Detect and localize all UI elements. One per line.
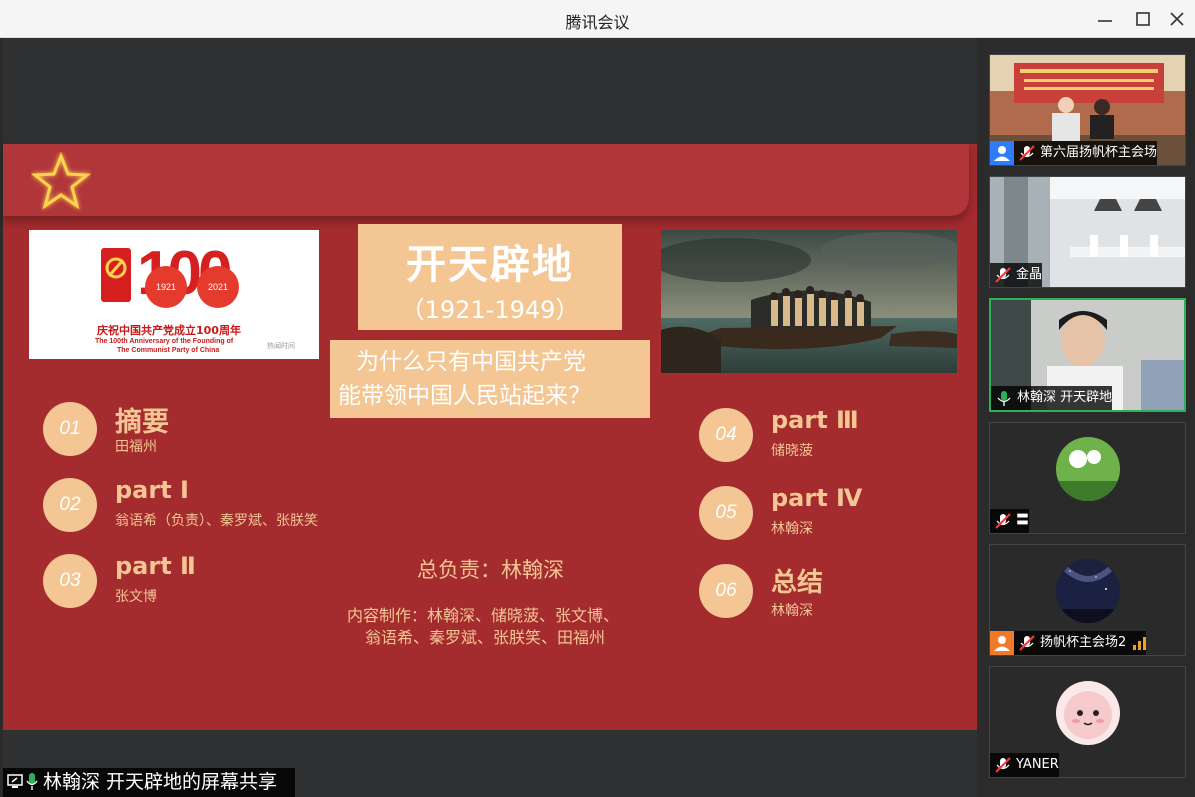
credits-line1: 内容制作：林翰深、储晓菠、张文博、 [347, 606, 620, 625]
question-line2: 能带领中国人民站起来？ [338, 383, 591, 409]
slide-title-box: 开天辟地 （1921-1949） [358, 224, 622, 330]
participant-namebar: 林翰深 开天辟地 [991, 386, 1113, 410]
mic-off-icon [1019, 635, 1035, 651]
agenda-presenter: 储晓菠 [771, 443, 813, 459]
hammer-sickle-icon [101, 248, 131, 302]
title-bar: 腾讯会议 [0, 0, 1195, 38]
agenda-presenter: 林翰深 [771, 603, 813, 619]
participant-tile-3[interactable]: 林翰深 开天辟地 [989, 298, 1186, 412]
meeting-window: 腾讯会议 100 1921 2021 庆祝中国共产党成立 [0, 0, 1195, 797]
logo-year-start: 1921 [145, 266, 187, 308]
avatar [1056, 437, 1120, 501]
mic-off-icon [1019, 145, 1035, 161]
agenda-presenter: 张文博 [115, 589, 157, 605]
participant-tile-2[interactable]: 金晶 [989, 176, 1186, 288]
host-badge-icon [990, 631, 1014, 655]
credits-line2: 翁语希、秦罗斌、张朕笑、田福州 [365, 628, 606, 647]
question-line1: 为什么只有中国共产党 [356, 349, 586, 375]
agenda-heading: part Ⅲ [771, 406, 859, 434]
participant-namebar: 金晶 [990, 263, 1043, 287]
slide-banner [3, 144, 969, 216]
participant-namebar: 〓 [990, 509, 1030, 533]
project-lead: 总负责：林翰深 [417, 558, 564, 582]
host-badge-icon [990, 141, 1014, 165]
window-title: 腾讯会议 [565, 13, 630, 32]
mic-off-icon [995, 757, 1011, 773]
agenda-number: 02 [43, 478, 97, 532]
participant-tile-6[interactable]: YANER [989, 666, 1186, 778]
agenda-heading: 总结 [771, 568, 824, 598]
agenda-heading: part Ⅱ [115, 552, 196, 580]
logo-english-line2: The Communist Party of China [117, 347, 220, 354]
logo-watermark: 热闻时间 [267, 342, 295, 350]
participant-panel: 第六届扬帆杯主会场 金晶 林翰深 开天辟地 〓 扬帆杯主会场2 YANER [977, 38, 1195, 797]
maximize-icon[interactable] [1132, 8, 1154, 30]
shared-screen: 100 1921 2021 庆祝中国共产党成立100周年 The 100th A… [3, 38, 977, 797]
avatar [1056, 559, 1120, 623]
participant-name: 金晶 [1016, 267, 1043, 282]
agenda-heading: part Ⅰ [115, 476, 189, 504]
microphone-icon [26, 773, 38, 790]
agenda-heading: 摘要 [115, 407, 169, 438]
centenary-logo: 100 1921 2021 庆祝中国共产党成立100周年 The 100th A… [29, 230, 319, 359]
agenda-presenter: 翁语希（负责）、秦罗斌、张朕笑 [115, 513, 318, 529]
logo-english-line1: The 100th Anniversary of the Founding of [95, 338, 234, 345]
agenda-number: 05 [699, 486, 753, 540]
participant-namebar: YANER [990, 753, 1059, 777]
participant-namebar: 扬帆杯主会场2 [990, 631, 1147, 655]
star-icon [31, 152, 91, 210]
slide-question: 为什么只有中国共产党 能带领中国人民站起来？ [330, 340, 650, 418]
participant-tile-5[interactable]: 扬帆杯主会场2 [989, 544, 1186, 656]
participant-namebar: 第六届扬帆杯主会场 [990, 141, 1158, 165]
agenda-heading: part Ⅳ [771, 484, 863, 512]
screen-share-text: 林翰深 开天辟地的屏幕共享 [43, 771, 278, 793]
agenda-number: 01 [43, 402, 97, 456]
boat-painting [661, 230, 957, 373]
agenda-number: 06 [699, 564, 753, 618]
agenda-presenter: 田福州 [115, 439, 157, 455]
screen-share-label: 林翰深 开天辟地的屏幕共享 [3, 768, 295, 797]
participant-name: 第六届扬帆杯主会场 [1040, 145, 1158, 160]
logo-year-end: 2021 [197, 266, 239, 308]
mic-off-icon [995, 267, 1011, 283]
agenda-number: 04 [699, 408, 753, 462]
logo-chinese-text: 庆祝中国共产党成立100周年 [97, 324, 241, 337]
agenda-number: 03 [43, 554, 97, 608]
slide-years: （1921-1949） [400, 296, 580, 324]
participant-name: 扬帆杯主会场2 [1040, 635, 1127, 650]
mic-on-icon [997, 391, 1011, 406]
minimize-icon[interactable] [1094, 8, 1116, 30]
agenda-presenter: 林翰深 [771, 521, 813, 537]
mic-off-icon [995, 513, 1011, 529]
avatar [1056, 681, 1120, 745]
participant-name: YANER [1016, 757, 1059, 772]
presentation-slide: 100 1921 2021 庆祝中国共产党成立100周年 The 100th A… [3, 144, 977, 730]
participant-tile-1[interactable]: 第六届扬帆杯主会场 [989, 54, 1186, 166]
close-icon[interactable] [1166, 8, 1188, 30]
screen-share-icon [7, 774, 23, 788]
participant-name: 林翰深 开天辟地 [1017, 390, 1113, 405]
signal-icon [1133, 637, 1147, 650]
participant-name: 〓 [1016, 513, 1030, 528]
slide-title: 开天辟地 [406, 242, 574, 288]
participant-tile-4[interactable]: 〓 [989, 422, 1186, 534]
